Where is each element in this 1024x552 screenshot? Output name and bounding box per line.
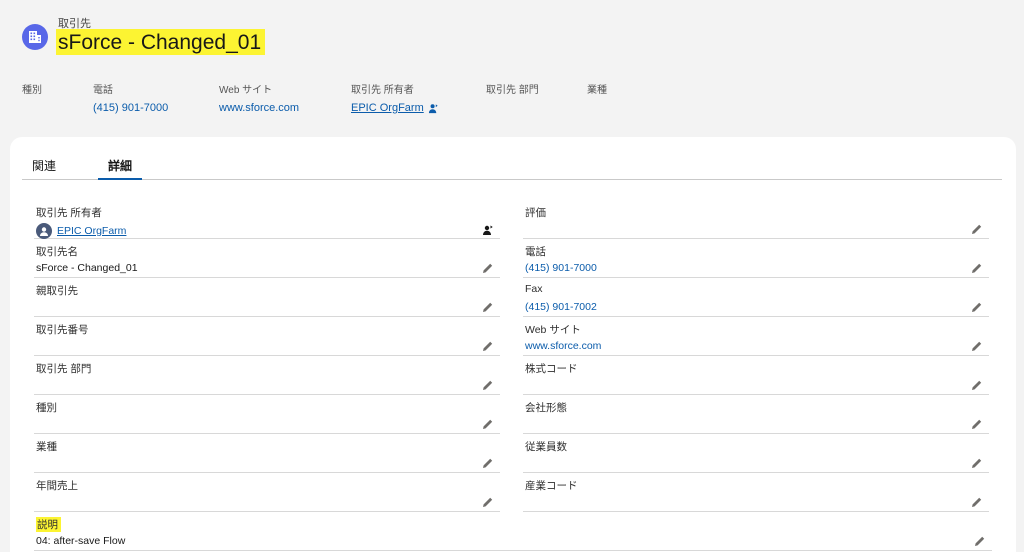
highlight-website: Web サイト www.sforce.com — [219, 81, 299, 114]
field-label: Web サイト — [525, 324, 581, 336]
pencil-icon[interactable] — [482, 261, 494, 273]
pencil-icon[interactable] — [971, 417, 983, 429]
field-label: 業種 — [36, 441, 57, 453]
pencil-icon[interactable] — [971, 339, 983, 351]
field-description: 説明 04: after-save Flow — [34, 513, 992, 551]
field-label: 株式コード — [525, 363, 578, 375]
website-link[interactable]: www.sforce.com — [219, 102, 299, 114]
fax-link[interactable]: (415) 901-7002 — [525, 301, 597, 313]
record-title: sForce - Changed_01 — [56, 29, 266, 55]
pencil-icon[interactable] — [482, 456, 494, 468]
field-employees: 従業員数 — [523, 435, 989, 473]
field-account-number: 取引先番号 — [34, 318, 500, 356]
change-owner-icon[interactable] — [428, 103, 439, 114]
field-type: 種別 — [34, 396, 500, 434]
field-value: 04: after-save Flow — [36, 535, 126, 547]
field-account-name: 取引先名 sForce - Changed_01 — [34, 240, 500, 278]
field-label: Fax — [525, 283, 543, 295]
highlight-phone: 電話 (415) 901-7000 — [93, 81, 168, 114]
field-phone: 電話 (415) 901-7000 — [523, 240, 989, 278]
field-parent-account: 親取引先 — [34, 279, 500, 317]
highlight-label: 電話 — [93, 85, 113, 96]
field-label: 電話 — [525, 246, 546, 258]
record-detail-card: 関連 詳細 取引先 所有者 EPIC OrgFarm 取引先名 sForce -… — [10, 137, 1016, 552]
avatar — [36, 223, 52, 239]
pencil-icon[interactable] — [482, 339, 494, 351]
field-owner-value: EPIC OrgFarm — [36, 223, 126, 239]
highlight-label: Web サイト — [219, 85, 273, 96]
pencil-icon[interactable] — [482, 300, 494, 312]
field-rating: 評価 — [523, 201, 989, 239]
field-label: 種別 — [36, 402, 57, 414]
field-label: 年間売上 — [36, 480, 78, 492]
field-industry: 業種 — [34, 435, 500, 473]
phone-link[interactable]: (415) 901-7000 — [93, 102, 168, 114]
pencil-icon[interactable] — [482, 417, 494, 429]
pencil-icon[interactable] — [971, 378, 983, 390]
field-label: 会社形態 — [525, 402, 567, 414]
highlight-label: 業種 — [587, 85, 607, 96]
highlight-type: 種別 — [22, 81, 42, 102]
pencil-icon[interactable] — [971, 300, 983, 312]
website-link[interactable]: www.sforce.com — [525, 340, 601, 352]
field-label: 従業員数 — [525, 441, 567, 453]
field-website: Web サイト www.sforce.com — [523, 318, 989, 356]
field-fax: Fax (415) 901-7002 — [523, 279, 989, 317]
field-owner: 取引先 所有者 EPIC OrgFarm — [34, 201, 500, 239]
tab-related[interactable]: 関連 — [32, 157, 56, 180]
owner-link[interactable]: EPIC OrgFarm — [351, 102, 424, 114]
phone-link[interactable]: (415) 901-7000 — [525, 262, 597, 274]
highlight-owner-row: EPIC OrgFarm — [351, 102, 439, 114]
pencil-icon[interactable] — [971, 222, 983, 234]
field-label: 説明 — [36, 517, 61, 532]
field-sic-code: 産業コード — [523, 474, 989, 512]
pencil-icon[interactable] — [971, 495, 983, 507]
field-label: 評価 — [525, 207, 546, 219]
field-account-site: 取引先 部門 — [34, 357, 500, 395]
tab-details[interactable]: 詳細 — [98, 157, 143, 180]
field-ownership: 会社形態 — [523, 396, 989, 434]
owner-link[interactable]: EPIC OrgFarm — [57, 225, 126, 237]
account-building-icon — [22, 24, 48, 50]
highlight-division: 取引先 部門 — [486, 81, 539, 102]
field-label: 取引先名 — [36, 246, 78, 258]
field-label: 取引先 所有者 — [36, 207, 102, 219]
highlight-label: 種別 — [22, 85, 42, 96]
field-label: 親取引先 — [36, 285, 78, 297]
field-label: 取引先 部門 — [36, 363, 92, 375]
field-value: sForce - Changed_01 — [36, 262, 138, 274]
change-owner-icon[interactable] — [482, 223, 494, 235]
field-label: 産業コード — [525, 480, 578, 492]
field-label: 取引先番号 — [36, 324, 89, 336]
pencil-icon[interactable] — [482, 495, 494, 507]
pencil-icon[interactable] — [482, 378, 494, 390]
pencil-icon[interactable] — [971, 456, 983, 468]
highlight-owner: 取引先 所有者 EPIC OrgFarm — [351, 81, 439, 114]
highlight-label: 取引先 所有者 — [351, 85, 414, 96]
field-ticker-symbol: 株式コード — [523, 357, 989, 395]
highlight-label: 取引先 部門 — [486, 85, 539, 96]
pencil-icon[interactable] — [971, 261, 983, 273]
tab-bar: 関連 詳細 — [22, 137, 1002, 180]
highlight-industry: 業種 — [587, 81, 607, 102]
field-annual-revenue: 年間売上 — [34, 474, 500, 512]
pencil-icon[interactable] — [974, 534, 986, 546]
